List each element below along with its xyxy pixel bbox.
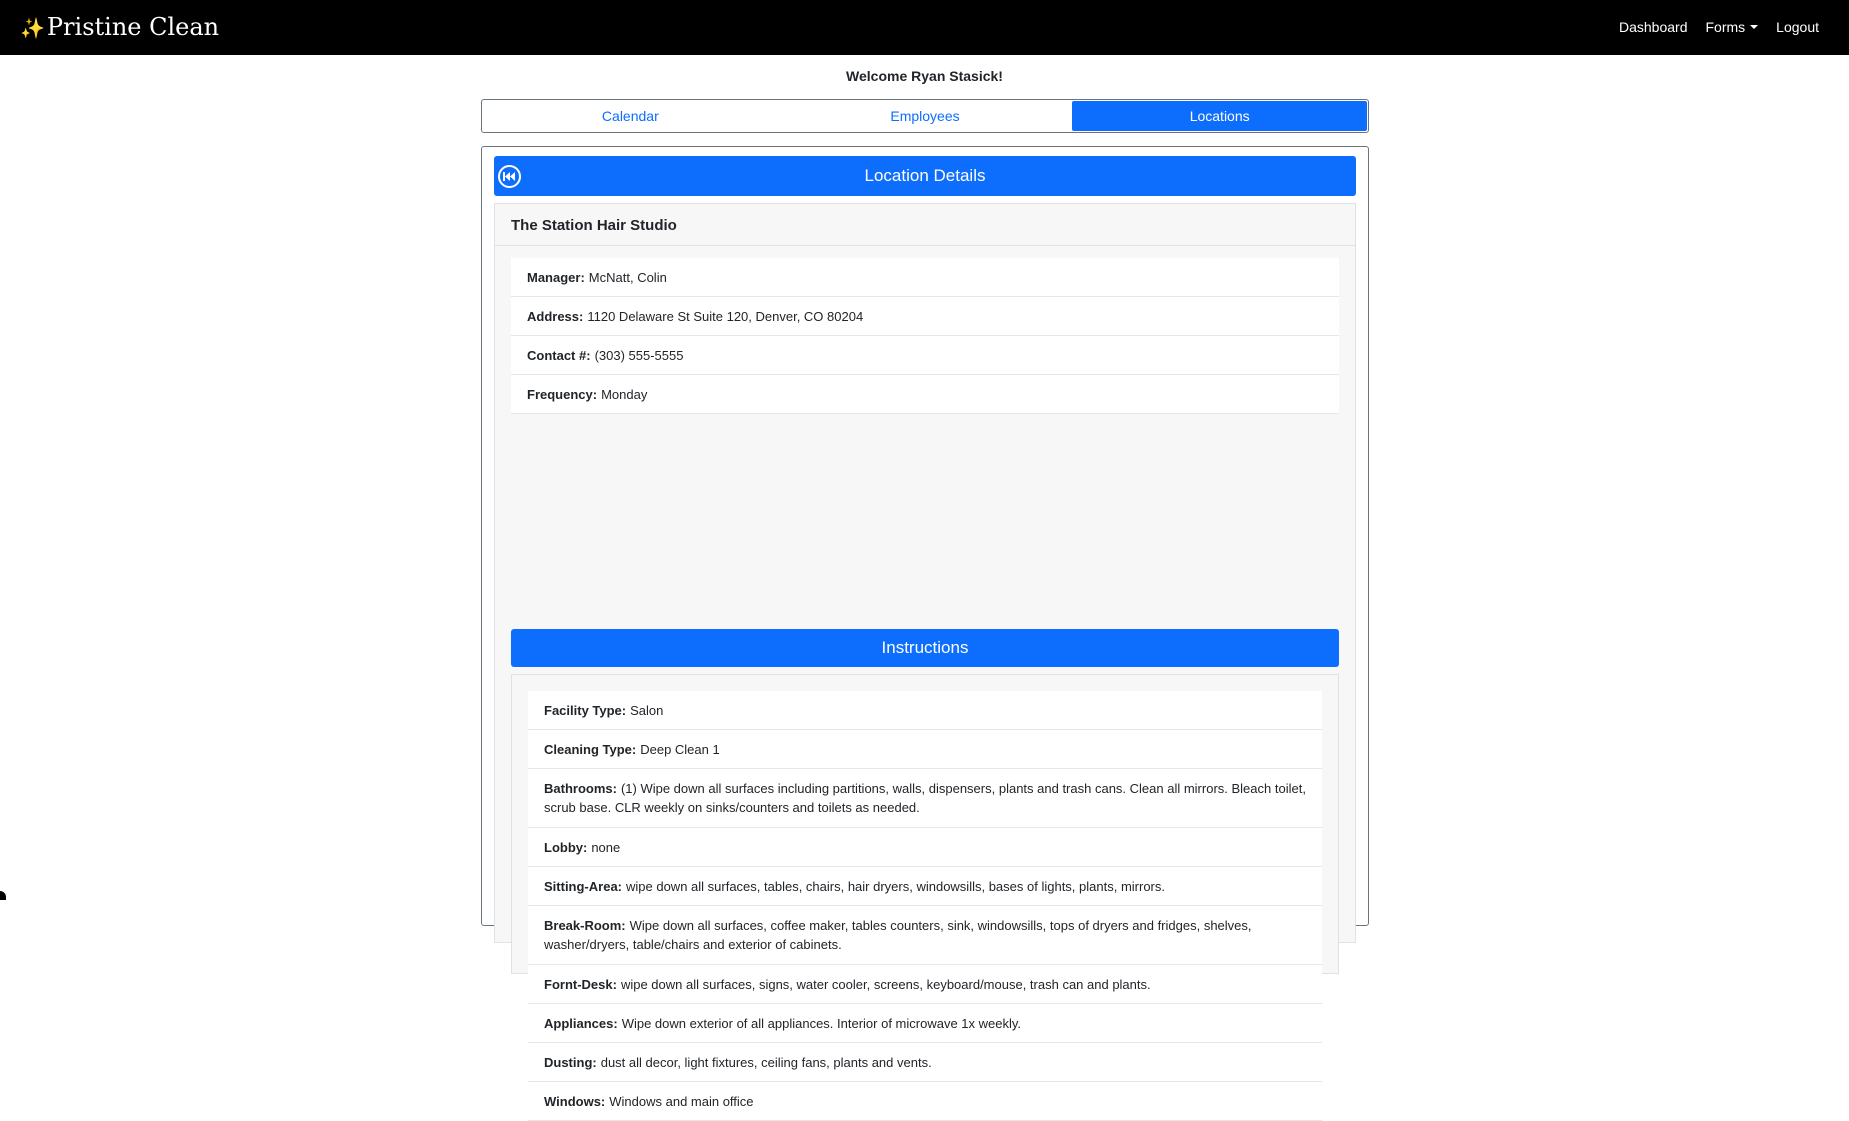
welcome-message: Welcome Ryan Stasick! bbox=[846, 68, 1003, 84]
location-card-header: The Station Hair Studio bbox=[495, 204, 1355, 246]
instruction-label: Sitting-Area: bbox=[544, 878, 622, 894]
top-navbar: ✨Pristine Clean Dashboard Forms Logout bbox=[0, 0, 1849, 55]
sparkles-icon: ✨ bbox=[20, 16, 45, 40]
brand-logo[interactable]: ✨Pristine Clean bbox=[20, 12, 219, 43]
manager-row: Manager: McNatt, Colin bbox=[511, 258, 1339, 297]
location-card: The Station Hair Studio Manager: McNatt, … bbox=[494, 203, 1356, 1121]
address-label: Address: bbox=[527, 308, 584, 324]
instruction-item: Fornt-Desk: wipe down all surfaces, signs… bbox=[528, 965, 1322, 1004]
tab-calendar[interactable]: Calendar bbox=[483, 101, 778, 131]
location-name: The Station Hair Studio bbox=[511, 217, 677, 234]
address-row: Address: 1120 Delaware St Suite 120, Denv… bbox=[511, 297, 1339, 336]
instructions-header: Instructions bbox=[511, 629, 1339, 667]
contact-row: Contact #: (303) 555-5555 bbox=[511, 336, 1339, 375]
page-title: Location Details bbox=[864, 166, 986, 185]
instruction-label: Windows: bbox=[544, 1093, 606, 1109]
tab-locations[interactable]: Locations bbox=[1072, 101, 1368, 131]
location-info-list: Manager: McNatt, Colin Address: 1120 Delaw… bbox=[511, 258, 1339, 414]
instruction-label: Break-Room: bbox=[544, 918, 626, 933]
contact-label: Contact #: bbox=[527, 347, 591, 363]
instruction-label: Appliances: bbox=[544, 1015, 618, 1031]
corner-decoration bbox=[0, 891, 6, 900]
brand-text: Pristine Clean bbox=[46, 13, 220, 41]
nav-forms-dropdown[interactable]: Forms bbox=[1706, 17, 1759, 37]
instruction-item: Cleaning Type: Deep Clean 1 bbox=[528, 730, 1322, 769]
back-icon bbox=[503, 172, 515, 181]
frequency-label: Frequency: bbox=[527, 386, 598, 402]
instruction-label: Dusting: bbox=[544, 1054, 597, 1070]
section-tabs: Calendar Employees Locations bbox=[481, 99, 1369, 133]
instruction-value: Wipe down exterior of all appliances. In… bbox=[621, 1015, 1022, 1031]
instruction-item: Windows: Windows and main office bbox=[528, 1082, 1322, 1121]
instruction-value: Windows and main office bbox=[609, 1093, 754, 1109]
instruction-item: Bathrooms: (1) Wipe down all surfaces inc… bbox=[528, 769, 1322, 828]
location-details-header: Location Details bbox=[494, 156, 1356, 196]
nav-forms-label: Forms bbox=[1705, 19, 1746, 35]
instruction-item: Appliances: Wipe down exterior of all app… bbox=[528, 1004, 1322, 1043]
instruction-value: Deep Clean 1 bbox=[640, 741, 720, 757]
manager-value: McNatt, Colin bbox=[588, 269, 667, 285]
instruction-value: Wipe down all surfaces, coffee maker, ta… bbox=[544, 918, 1252, 952]
instruction-label: Facility Type: bbox=[544, 702, 627, 718]
instruction-value: dust all decor, light fixtures, ceiling … bbox=[600, 1054, 932, 1070]
instruction-item: Sitting-Area: wipe down all surfaces, tab… bbox=[528, 867, 1322, 906]
instruction-item: Facility Type: Salon bbox=[528, 691, 1322, 730]
chevron-down-icon bbox=[1750, 25, 1759, 29]
instruction-item: Lobby: none bbox=[528, 828, 1322, 867]
instruction-value: none bbox=[591, 839, 621, 855]
nav-dashboard-link[interactable]: Dashboard bbox=[1619, 17, 1688, 37]
instruction-value: wipe down all surfaces, signs, water coo… bbox=[620, 976, 1151, 992]
instruction-value: Salon bbox=[630, 702, 664, 718]
contact-value: (303) 555-5555 bbox=[594, 347, 684, 363]
instruction-label: Bathrooms: bbox=[544, 781, 617, 796]
nav-menu: Dashboard Forms Logout bbox=[1619, 17, 1819, 37]
instruction-item: Break-Room: Wipe down all surfaces, coffe… bbox=[528, 906, 1322, 965]
instructions-list: Facility Type: Salon Cleaning Type: Deep C… bbox=[528, 691, 1322, 1121]
instructions-card: Facility Type: Salon Cleaning Type: Deep C… bbox=[511, 674, 1339, 1121]
instruction-label: Lobby: bbox=[544, 839, 588, 855]
nav-logout-link[interactable]: Logout bbox=[1776, 17, 1819, 37]
back-button[interactable] bbox=[498, 165, 521, 188]
address-value: 1120 Delaware St Suite 120, Denver, CO 8… bbox=[587, 308, 864, 324]
location-details-panel: Location Details The Station Hair Studio… bbox=[481, 146, 1369, 1121]
manager-label: Manager: bbox=[527, 269, 585, 285]
frequency-value: Monday bbox=[601, 386, 648, 402]
tab-employees[interactable]: Employees bbox=[778, 101, 1073, 131]
instruction-label: Cleaning Type: bbox=[544, 741, 637, 757]
instruction-item: Dusting: dust all decor, light fixtures, … bbox=[528, 1043, 1322, 1082]
instruction-label: Fornt-Desk: bbox=[544, 976, 617, 992]
instruction-value: wipe down all surfaces, tables, chairs, … bbox=[626, 878, 1165, 894]
instruction-value: (1) Wipe down all surfaces including par… bbox=[544, 781, 1306, 815]
frequency-row: Frequency: Monday bbox=[511, 375, 1339, 414]
